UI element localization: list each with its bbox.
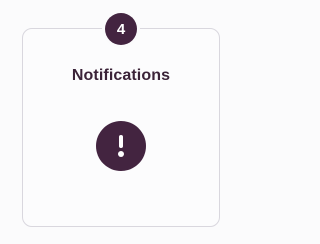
exclamation-circle-icon bbox=[96, 121, 146, 171]
card-title: Notifications bbox=[71, 67, 171, 84]
exclamation-dot bbox=[118, 151, 124, 157]
exclamation-bar bbox=[119, 135, 123, 148]
notification-count-badge: 4 bbox=[105, 13, 137, 45]
